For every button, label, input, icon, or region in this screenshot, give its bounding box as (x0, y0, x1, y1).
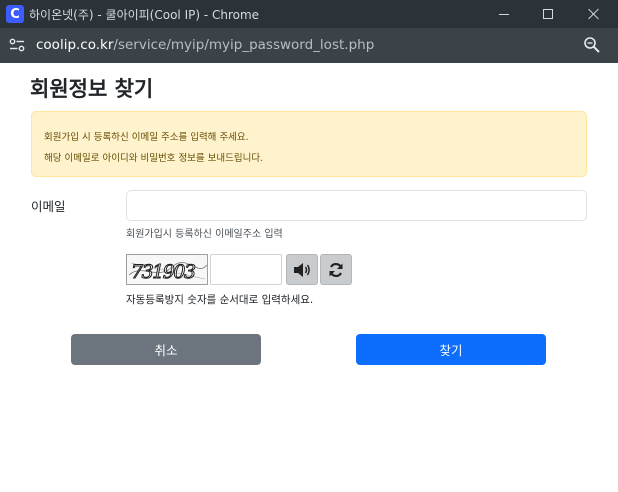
find-button[interactable]: 찾기 (356, 334, 546, 365)
email-label: 이메일 (31, 199, 66, 214)
svg-text:731903: 731903 (131, 261, 196, 283)
info-alert: 회원가입 시 등록하신 이메일 주소를 입력해 주세요. 해당 이메일로 아이디… (31, 111, 587, 177)
maximize-button[interactable] (526, 0, 570, 28)
minimize-icon (499, 13, 509, 15)
page-title: 회원정보 찾기 (30, 77, 154, 101)
captcha-refresh-button[interactable] (320, 254, 352, 285)
captcha-image: 731903 (126, 254, 208, 285)
url-field[interactable]: coolip.co.kr/service/myip/myip_password_… (36, 37, 374, 53)
chrome-app-icon: C (6, 5, 24, 23)
captcha-graphic: 731903 (128, 261, 207, 284)
maximize-icon (543, 9, 553, 19)
speaker-icon (294, 262, 310, 277)
captcha-input[interactable] (210, 254, 282, 285)
email-input[interactable] (126, 190, 587, 221)
address-bar: coolip.co.kr/service/myip/myip_password_… (0, 28, 618, 63)
captcha-audio-button[interactable] (286, 254, 318, 285)
close-button[interactable] (572, 0, 616, 28)
captcha-help-text: 자동등록방지 숫자를 순서대로 입력하세요. (126, 294, 314, 306)
window-title: 하이온넷(주) - 쿨아이피(Cool IP) - Chrome (29, 8, 260, 22)
refresh-icon (329, 262, 343, 277)
minimize-button[interactable] (482, 0, 526, 28)
window-title-bar: C 하이온넷(주) - 쿨아이피(Cool IP) - Chrome (0, 0, 618, 28)
url-path: /service/myip/myip_password_lost.php (113, 37, 375, 53)
email-help-text: 회원가입시 등록하신 이메일주소 입력 (126, 229, 283, 240)
alert-line-2: 해당 이메일로 아이디와 비밀번호 정보를 보내드립니다. (44, 153, 264, 164)
url-host: coolip.co.kr (36, 37, 114, 53)
zoom-icon[interactable] (583, 36, 601, 54)
site-info-icon[interactable] (9, 38, 25, 52)
alert-line-1: 회원가입 시 등록하신 이메일 주소를 입력해 주세요. (44, 132, 249, 143)
close-icon (588, 8, 600, 20)
cancel-button[interactable]: 취소 (71, 334, 261, 365)
